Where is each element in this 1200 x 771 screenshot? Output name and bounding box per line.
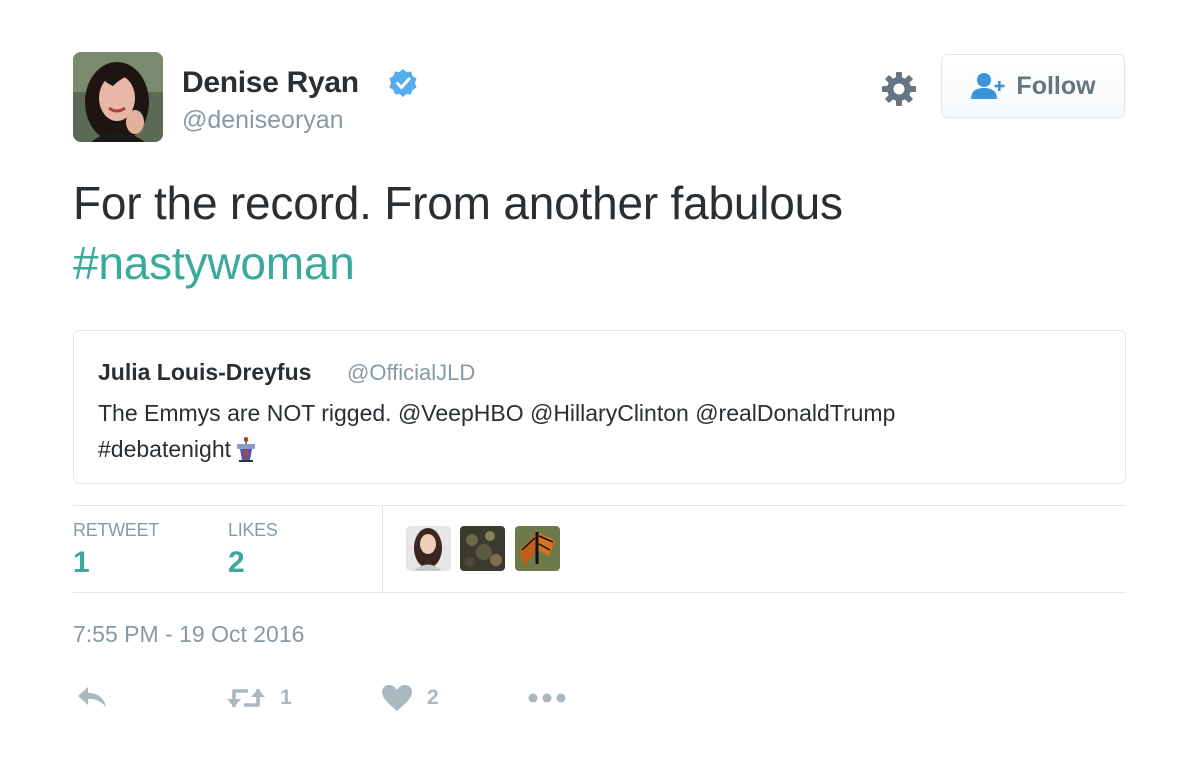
podium-icon xyxy=(237,437,256,462)
author-name[interactable]: Denise Ryan xyxy=(182,66,359,100)
tweet-timestamp[interactable]: 7:55 PM - 19 Oct 2016 xyxy=(73,621,304,648)
heart-icon xyxy=(382,685,412,711)
liker-avatar[interactable] xyxy=(460,526,505,571)
liker-avatar[interactable] xyxy=(515,526,560,571)
retweet-action-count: 1 xyxy=(280,686,292,709)
stats-top-divider xyxy=(73,505,1126,506)
author-handle[interactable]: @deniseoryan xyxy=(182,106,344,135)
retweet-stat-label[interactable]: RETWEET xyxy=(73,520,159,541)
reply-icon xyxy=(78,687,106,707)
more-icon xyxy=(528,693,566,703)
verified-badge-icon xyxy=(389,69,417,97)
quoted-tweet-line-1: The Emmys are NOT rigged. @VeepHBO @Hill… xyxy=(98,400,896,426)
retweet-stat-count[interactable]: 1 xyxy=(73,546,90,580)
likes-stat-count[interactable]: 2 xyxy=(228,546,245,580)
stats-vertical-divider xyxy=(382,506,383,592)
like-action-count: 2 xyxy=(427,686,439,709)
retweet-button[interactable]: 1 xyxy=(226,680,292,716)
follow-button-label: Follow xyxy=(1016,71,1096,100)
liker-avatar[interactable] xyxy=(406,526,451,571)
likes-stat-label[interactable]: LIKES xyxy=(228,520,278,541)
quoted-tweet-line-2: #debatenight xyxy=(98,431,1098,467)
quoted-author-handle: @OfficialJLD xyxy=(347,360,476,385)
author-avatar[interactable] xyxy=(73,52,163,142)
follow-person-icon xyxy=(971,73,1005,99)
quoted-tweet-hashtag: #debatenight xyxy=(98,436,232,462)
tweet-text-body: For the record. From another fabulous xyxy=(73,177,843,229)
tweet-hashtag-link[interactable]: #nastywoman xyxy=(73,233,1133,293)
reply-button[interactable] xyxy=(76,680,108,716)
more-button[interactable] xyxy=(528,680,566,716)
stats-bottom-divider xyxy=(73,592,1126,593)
quoted-tweet-text: The Emmys are NOT rigged. @VeepHBO @Hill… xyxy=(98,395,1098,467)
gear-icon[interactable] xyxy=(880,70,918,108)
follow-button[interactable]: Follow xyxy=(941,54,1125,118)
retweet-icon xyxy=(227,689,265,707)
quoted-author-name: Julia Louis-Dreyfus xyxy=(98,359,312,385)
quoted-tweet-card[interactable]: Julia Louis-Dreyfus @OfficialJLD The Emm… xyxy=(73,330,1126,484)
like-button[interactable]: 2 xyxy=(381,680,439,716)
tweet-text: For the record. From another fabulous #n… xyxy=(73,173,1133,293)
